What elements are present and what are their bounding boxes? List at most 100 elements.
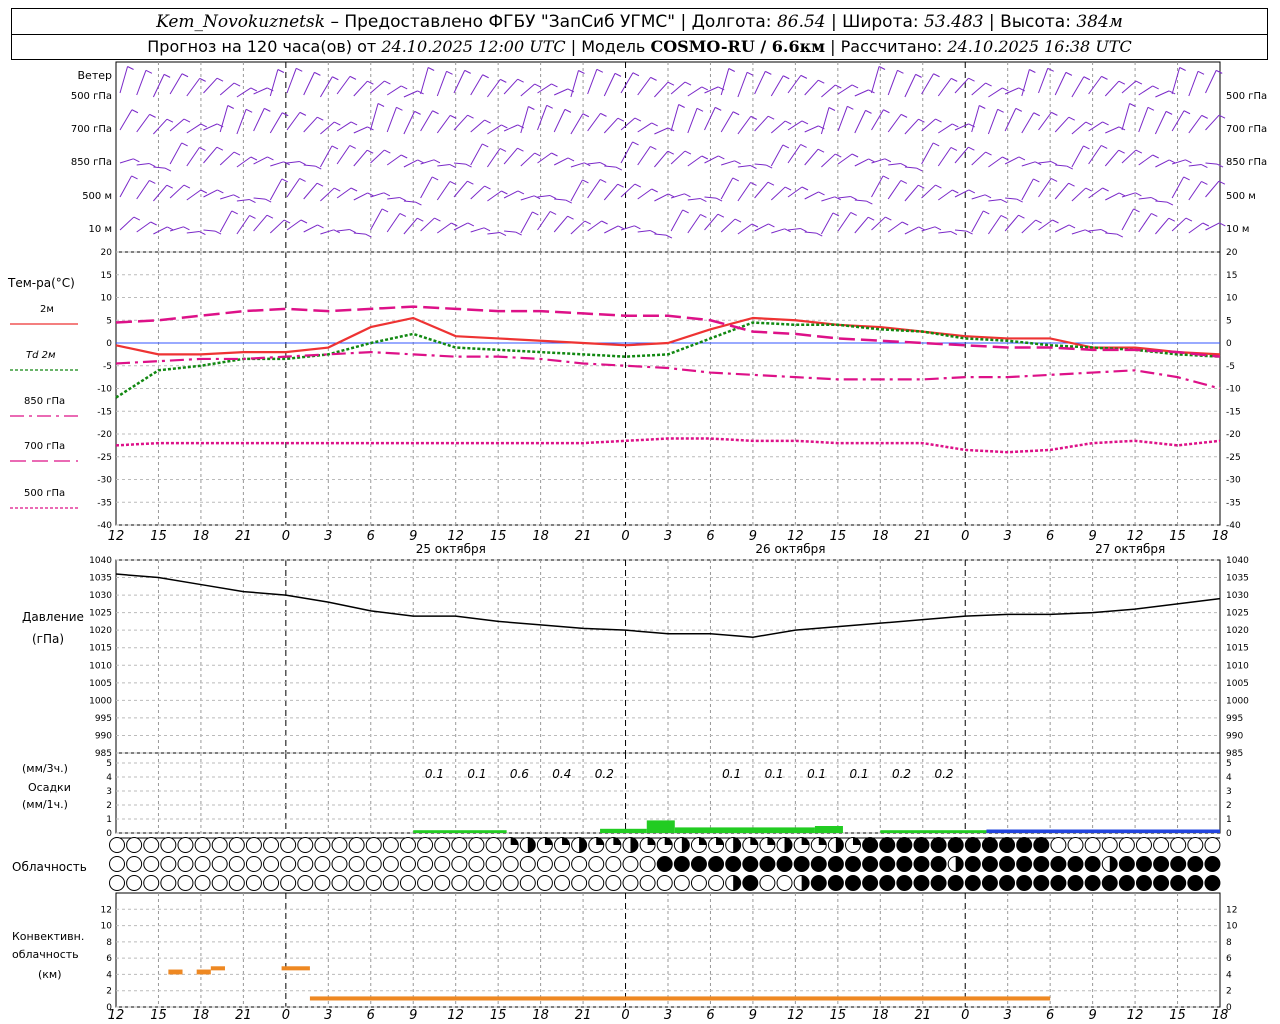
wind-barb: [771, 228, 785, 234]
pressure-tick-right: 990: [1226, 731, 1243, 741]
cloud-fill: [664, 837, 673, 845]
wind-barb: [737, 72, 748, 98]
pressure-tick-right: 1010: [1226, 661, 1249, 671]
wind-barb: [904, 118, 919, 135]
wind-level-label-right: 850 гПа: [1226, 157, 1267, 168]
wind-barb: [487, 190, 502, 202]
wind-barb-flag: [952, 123, 959, 128]
wind-barb-flag: [349, 145, 356, 149]
cloud-circle: [485, 856, 502, 872]
cloud-fill: [1153, 875, 1169, 891]
wind-barb-flag: [1000, 199, 1008, 203]
wind-barb-flag: [1169, 159, 1176, 164]
wind-barb-flag: [431, 176, 439, 181]
wind-barb: [887, 70, 898, 96]
wind-barb: [253, 156, 268, 165]
legend-label: 500 гПа: [24, 488, 65, 499]
cloud-circle: [126, 856, 143, 872]
wind-barb-flag: [501, 190, 508, 195]
wind-barb: [1188, 164, 1202, 167]
temp-tick: 20: [101, 248, 113, 258]
wind-barb-flag: [417, 159, 424, 164]
temp-tick-right: 20: [1226, 248, 1238, 258]
wind-barb: [704, 213, 719, 231]
precip-tick-right: 5: [1226, 759, 1232, 769]
wind-barb: [386, 107, 397, 133]
wind-barb-flag: [399, 213, 407, 217]
cloud-fill: [759, 856, 775, 872]
wind-barb-flag: [277, 69, 285, 73]
wind-barb: [186, 189, 202, 201]
hour-tick: 3: [324, 1008, 332, 1023]
wind-barb: [1138, 213, 1152, 233]
hour-tick: 18: [532, 529, 549, 544]
cloud-symbols: [109, 837, 1221, 891]
wind-barb: [203, 229, 216, 232]
cloud-fill: [811, 856, 827, 872]
wind-barb-flag: [667, 150, 674, 155]
wind-barb-flag: [451, 222, 458, 227]
cloud-circle: [1204, 837, 1221, 853]
wind-barb-flag: [467, 222, 475, 227]
wind-barb-flag: [449, 181, 457, 185]
wind-barb: [570, 179, 583, 202]
wind-barb: [603, 73, 616, 97]
cloud-fill: [931, 875, 947, 891]
wind-barb-flag: [1051, 111, 1058, 116]
wind-barb-flag: [651, 188, 658, 193]
wind-barb-flag: [415, 201, 422, 206]
wind-barb-flag: [350, 121, 358, 126]
wind-barb: [553, 215, 568, 233]
cloud-circle: [451, 875, 468, 891]
wind-barb: [871, 216, 886, 231]
cloud-circle: [297, 856, 314, 872]
wind-barb: [169, 118, 185, 132]
cloud-circle: [228, 837, 245, 853]
cloud-fill: [1109, 856, 1118, 872]
temp-tick-right: 0: [1226, 339, 1232, 349]
wind-barb: [938, 231, 951, 234]
wind-barb-flag: [979, 105, 986, 109]
hour-tick: 6: [367, 529, 375, 544]
cloud-circle: [382, 837, 399, 853]
wind-barb-flag: [1068, 224, 1076, 229]
wind-barb: [687, 86, 703, 97]
wind-barb-flag: [1166, 201, 1174, 206]
wind-barb-flag: [396, 106, 403, 111]
temp-tick: -25: [97, 453, 112, 463]
temp-tick: 5: [106, 316, 112, 326]
wind-barb-flag: [968, 189, 976, 194]
wind-barb-flag: [1018, 214, 1025, 219]
temp-tick-right: -30: [1226, 476, 1241, 486]
temp-tick: -15: [97, 407, 112, 417]
wind-barb-flag: [334, 187, 341, 192]
wind-barb: [337, 229, 350, 232]
wind-barb: [336, 145, 351, 165]
cloud-circle: [382, 856, 399, 872]
cloud-fill: [1085, 875, 1101, 891]
wind-barb-flag: [701, 155, 709, 160]
cloud-fill: [862, 875, 878, 891]
wind-barb: [787, 228, 801, 231]
wind-barb: [921, 184, 936, 199]
wind-barb-flag: [700, 214, 707, 218]
pressure-tick-right: 1020: [1226, 626, 1249, 636]
wind-barb-flag: [901, 221, 909, 226]
wind-barb: [303, 182, 318, 200]
wind-barb: [336, 76, 351, 95]
wind-barb-flag: [384, 80, 391, 85]
conv-tick-right: 0: [1226, 1003, 1232, 1013]
cloud-fill: [896, 837, 912, 853]
wind-barb: [821, 153, 836, 168]
cloud-fill: [811, 875, 827, 891]
wind-barb: [1205, 222, 1220, 231]
wind-barb: [319, 76, 333, 98]
wind-barb: [153, 166, 166, 169]
cloud-fill: [1136, 875, 1152, 891]
conv-bar: [210, 966, 225, 971]
cloud-circle: [1101, 837, 1118, 853]
wind-barb-flag: [800, 228, 807, 232]
wind-barb-flag: [684, 81, 692, 86]
wind-barb: [587, 69, 598, 95]
wind-barb-flag: [950, 77, 958, 82]
